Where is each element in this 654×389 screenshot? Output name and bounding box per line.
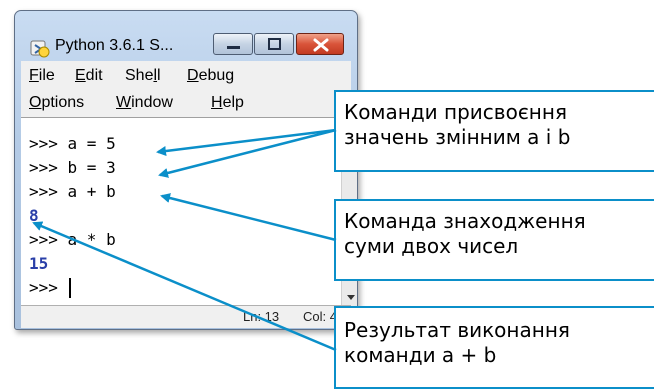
arrow-to-assign-b [158,128,337,178]
arrow-to-assign-a [156,128,337,156]
arrow-to-result [32,221,337,352]
callout-arrows [32,128,337,352]
arrow-to-sum-command [160,193,337,242]
